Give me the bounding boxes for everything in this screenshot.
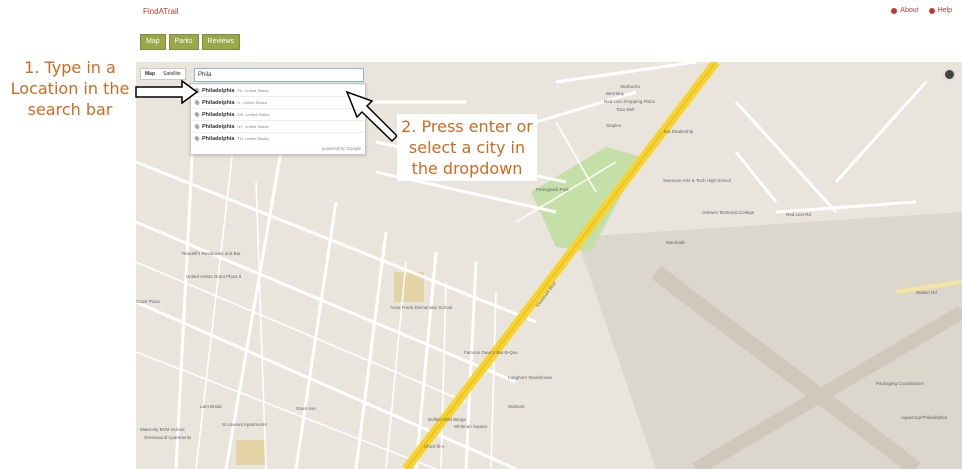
map-label: Grant Ave: [296, 406, 316, 411]
suggestion-match: Philadelphia: [202, 99, 235, 106]
pin-icon: [193, 87, 201, 94]
suggestion-item[interactable]: Philadelphia IL, United States: [191, 96, 365, 108]
map-label: Red Lion Rd: [786, 212, 812, 217]
map-label: L&H Bridal: [200, 404, 222, 409]
help-icon: [928, 7, 935, 14]
tab-map[interactable]: Map: [140, 34, 166, 50]
map-label: United Artists Grant Plaza 8: [186, 274, 242, 279]
map-label: AquaCorp/Philadelphia: [901, 415, 948, 420]
map-label: St Laurent Apartments: [222, 422, 267, 427]
suggestion-match: Philadelphia: [202, 123, 235, 130]
map-label: Maternity BVM School: [140, 427, 185, 432]
map-label: Chick-fil-A: [424, 444, 445, 449]
pin-icon: [193, 135, 201, 142]
annotation-step-1: 1. Type in a Location in the search bar: [10, 58, 130, 119]
suggestion-rest: MS, United States: [237, 112, 270, 117]
autocomplete-dropdown: Philadelphia PA, United States Philadelph…: [190, 83, 366, 155]
location-search-input[interactable]: Phila: [194, 68, 364, 82]
map-label: Taco Bell: [616, 107, 635, 112]
map-label: Anne Frank Elementary School: [390, 305, 453, 310]
pin-icon: [193, 111, 201, 118]
pin-icon: [193, 99, 201, 106]
school-lot-2: [236, 440, 266, 465]
suggestion-match: Philadelphia: [202, 111, 235, 118]
map-type-map[interactable]: Map: [141, 69, 159, 79]
map-label: Grant Plaza: [136, 299, 160, 304]
map-label: Staples: [606, 123, 622, 128]
pin-icon: [193, 123, 201, 130]
map-label: Marshalls: [666, 240, 686, 245]
help-link[interactable]: Help: [928, 7, 952, 14]
app-brand[interactable]: FindATrail: [143, 7, 179, 16]
map-label: Whitman Square: [454, 424, 488, 429]
map-label: Walmart: [508, 404, 525, 409]
map-label: Packaging Coordinators: [876, 381, 925, 386]
map-label: Greenwood Apartments: [144, 435, 192, 440]
suggestion-item[interactable]: Philadelphia NY, United States: [191, 120, 365, 132]
map-type-control: Map Satellite: [140, 68, 186, 80]
map-label: Famous Dave's Bar-B-Que: [464, 350, 518, 355]
main-tabs: Map Parks Reviews: [140, 34, 240, 50]
about-label: About: [900, 7, 919, 14]
map-label: Pennypack Park: [536, 187, 569, 192]
top-nav: About Help: [891, 7, 952, 14]
google-attribution: powered by Google: [321, 146, 361, 151]
suggestion-match: Philadelphia: [202, 135, 235, 142]
map-label: Starbucks: [620, 84, 641, 89]
suggestion-rest: TN, United States: [237, 136, 269, 141]
suggestion-item[interactable]: Philadelphia PA, United States: [191, 84, 365, 96]
map-type-satellite[interactable]: Satellite: [159, 69, 185, 79]
help-label: Help: [937, 7, 952, 14]
map-canvas[interactable]: Map Satellite Phila Philadelphia PA, Unit…: [136, 62, 962, 469]
map-label: Longhorn Steakhouse: [508, 375, 553, 380]
street-view-pegman-icon[interactable]: [943, 68, 956, 81]
annotation-step-2: 2. Press enter or select a city in the d…: [397, 114, 537, 181]
map-label: Swenson Arts & Tech High School: [663, 178, 731, 183]
suggestion-rest: PA, United States: [237, 88, 269, 93]
map-label: Best Buy: [606, 91, 625, 96]
about-link[interactable]: About: [891, 7, 919, 14]
suggestion-rest: IL, United States: [237, 100, 267, 105]
suggestion-item[interactable]: Philadelphia MS, United States: [191, 108, 365, 120]
map-label: Buffalo Wild Wings: [428, 417, 466, 422]
tab-parks[interactable]: Parks: [168, 34, 199, 50]
suggestion-match: Philadelphia: [202, 87, 235, 94]
map-label: Walton Rd: [916, 290, 937, 295]
suggestion-item[interactable]: Philadelphia TN, United States: [191, 132, 365, 144]
tab-reviews[interactable]: Reviews: [201, 34, 240, 50]
map-label: Kia Dealership: [664, 129, 694, 134]
map-label: Red Lion Shopping Plaza: [604, 99, 655, 104]
map-label: Orleans Technical College: [702, 210, 755, 215]
info-icon: [891, 7, 898, 14]
suggestion-rest: NY, United States: [237, 124, 269, 129]
map-label: Rendell's Restaurant and Bar: [182, 251, 241, 256]
